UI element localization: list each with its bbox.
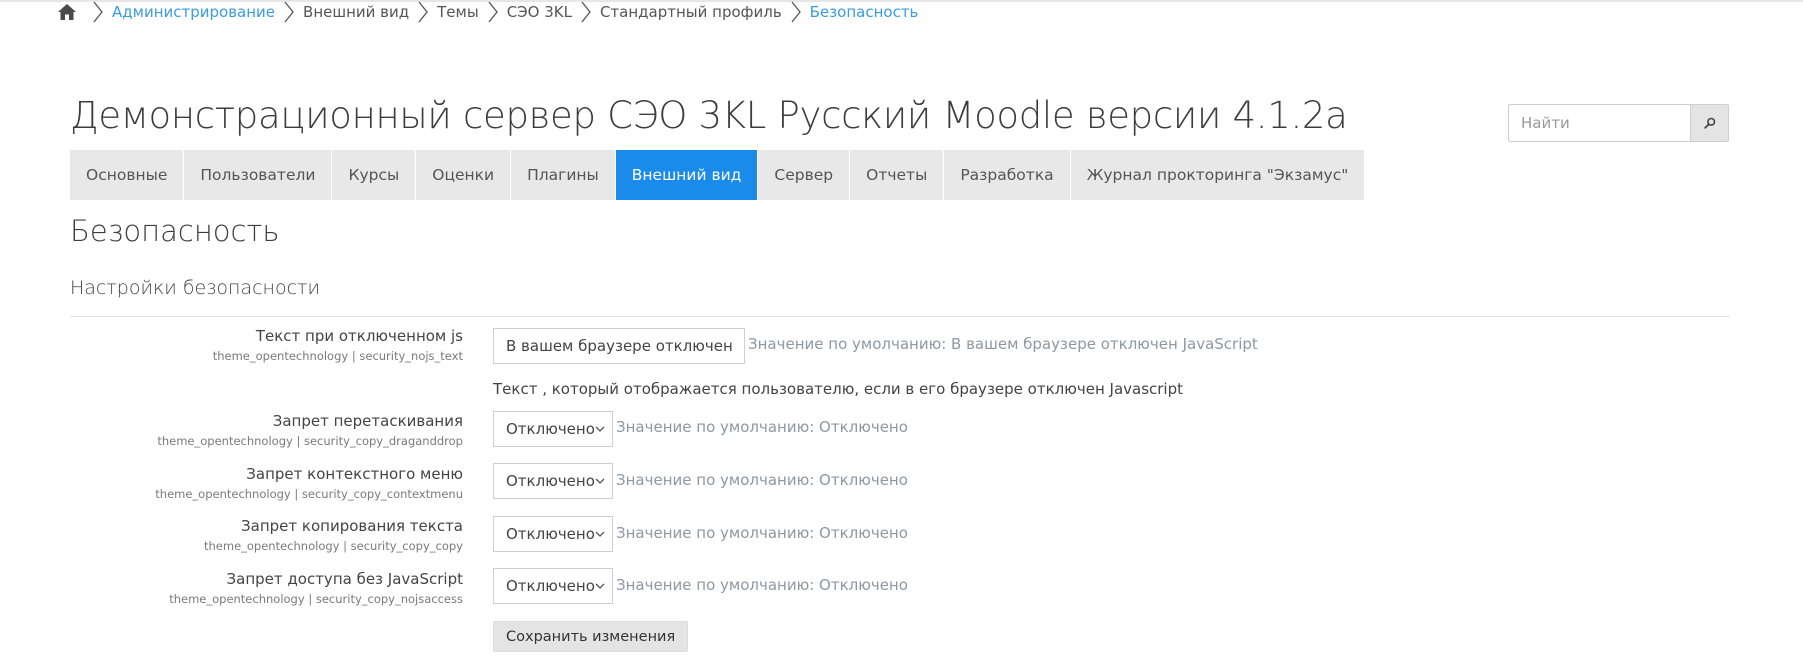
setting-title: Запрет копирования текста (241, 517, 463, 535)
chevron-down-icon (595, 527, 605, 541)
breadcrumb-item-themes[interactable]: Темы (437, 3, 479, 21)
search-form (1508, 104, 1729, 142)
setting-key: theme_opentechnology | security_copy_noj… (169, 592, 463, 606)
setting-title: Текст при отключенном js (255, 327, 463, 345)
breadcrumb-item-security[interactable]: Безопасность (810, 3, 919, 21)
select-value: Отключено (506, 525, 595, 543)
default-note: Значение по умолчанию: Отключено (616, 576, 908, 594)
select-value: Отключено (506, 420, 595, 438)
select-value: Отключено (506, 577, 595, 595)
setting-title: Запрет доступа без JavaScript (226, 570, 463, 588)
chevron-down-icon (595, 474, 605, 488)
setting-label-copy: Запрет копирования текста theme_opentech… (204, 517, 463, 553)
chevron-right-icon (782, 0, 810, 24)
setting-title: Запрет перетаскивания (272, 412, 463, 430)
tab-server[interactable]: Сервер (758, 150, 851, 200)
contextmenu-select[interactable]: Отключено (493, 463, 613, 499)
copy-select[interactable]: Отключено (493, 516, 613, 552)
tab-appearance[interactable]: Внешний вид (615, 150, 759, 200)
chevron-right-icon (275, 0, 303, 24)
divider (70, 316, 1730, 317)
save-button[interactable]: Сохранить изменения (493, 621, 689, 652)
tab-reports[interactable]: Отчеты (850, 150, 945, 200)
select-value: Отключено (506, 472, 595, 490)
breadcrumb-item-appearance[interactable]: Внешний вид (303, 3, 409, 21)
default-note: Значение по умолчанию: В вашем браузере … (748, 335, 1258, 353)
setting-description: Текст , который отображается пользовател… (493, 380, 1183, 398)
setting-key: theme_opentechnology | security_nojs_tex… (212, 349, 463, 363)
page-heading: Безопасность (70, 214, 280, 248)
setting-label-nojsaccess: Запрет доступа без JavaScript theme_open… (169, 570, 463, 606)
setting-key: theme_opentechnology | security_copy_cop… (204, 539, 463, 553)
setting-key: theme_opentechnology | security_copy_dra… (157, 434, 463, 448)
search-button[interactable] (1690, 104, 1729, 142)
tab-courses[interactable]: Курсы (332, 150, 417, 200)
default-note: Значение по умолчанию: Отключено (616, 471, 908, 489)
tab-users[interactable]: Пользователи (184, 150, 333, 200)
tab-proctoring-log[interactable]: Журнал прокторинга "Экзамус" (1070, 150, 1366, 200)
chevron-down-icon (595, 422, 605, 436)
chevron-right-icon (409, 0, 437, 24)
breadcrumb: Администрирование Внешний вид Темы СЭО 3… (56, 0, 918, 24)
breadcrumb-item-profile[interactable]: Стандартный профиль (600, 3, 782, 21)
breadcrumb-item-theme[interactable]: СЭО 3KL (507, 3, 572, 21)
nojs-text-input[interactable] (493, 328, 745, 364)
site-title: Демонстрационный сервер СЭО 3KL Русский … (70, 94, 1348, 137)
default-note: Значение по умолчанию: Отключено (616, 524, 908, 542)
breadcrumb-item-administration[interactable]: Администрирование (112, 3, 275, 21)
setting-key: theme_opentechnology | security_copy_con… (155, 487, 463, 501)
setting-title: Запрет контекстного меню (246, 465, 463, 483)
tab-development[interactable]: Разработка (944, 150, 1071, 200)
setting-label-draganddrop: Запрет перетаскивания theme_opentechnolo… (157, 412, 463, 448)
chevron-right-icon (479, 0, 507, 24)
nojsaccess-select[interactable]: Отключено (493, 568, 613, 604)
search-icon (1703, 114, 1716, 133)
tab-plugins[interactable]: Плагины (511, 150, 616, 200)
chevron-right-icon (572, 0, 600, 24)
search-input[interactable] (1508, 104, 1690, 142)
admin-nav: Основные Пользователи Курсы Оценки Плаги… (70, 150, 1366, 200)
draganddrop-select[interactable]: Отключено (493, 411, 613, 447)
tab-general[interactable]: Основные (70, 150, 185, 200)
chevron-down-icon (595, 579, 605, 593)
section-heading: Настройки безопасности (70, 277, 320, 299)
setting-label-nojs-text: Текст при отключенном js theme_opentechn… (213, 327, 463, 363)
home-icon[interactable] (56, 1, 78, 23)
chevron-right-icon (84, 0, 112, 24)
default-note: Значение по умолчанию: Отключено (616, 418, 908, 436)
tab-grades[interactable]: Оценки (416, 150, 512, 200)
setting-label-contextmenu: Запрет контекстного меню theme_opentechn… (155, 465, 463, 501)
